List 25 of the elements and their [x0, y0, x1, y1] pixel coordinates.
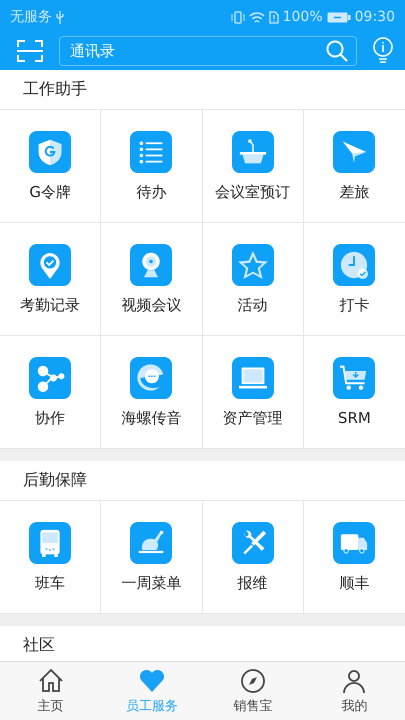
- app-tile[interactable]: 报维: [202, 501, 304, 614]
- clock-time: 09:30: [354, 9, 395, 25]
- app-tile[interactable]: SRM: [304, 336, 405, 449]
- app-tile[interactable]: 班车: [0, 501, 102, 614]
- app-tile[interactable]: 海螺传音: [101, 336, 202, 449]
- app-tile[interactable]: 差旅: [304, 110, 405, 223]
- app-tile[interactable]: 视频会议: [101, 223, 202, 336]
- app-tile[interactable]: 顺丰: [304, 501, 405, 614]
- app-tile[interactable]: 打卡: [304, 223, 405, 336]
- app-tile[interactable]: 活动: [202, 223, 304, 336]
- app-tile[interactable]: 考勤记录: [0, 223, 102, 336]
- section-title: 工作助手: [0, 70, 405, 110]
- app-tile[interactable]: G令牌: [0, 110, 102, 223]
- app-tile[interactable]: 协作: [0, 336, 102, 449]
- tab-item[interactable]: 我的: [304, 662, 405, 720]
- app-tile[interactable]: 一周菜单: [101, 501, 202, 614]
- app-tile[interactable]: 资产管理: [202, 336, 304, 449]
- carrier-text: 无服务: [10, 8, 52, 26]
- app-tile[interactable]: 待办: [101, 110, 202, 223]
- search-field[interactable]: 通讯录: [59, 36, 357, 66]
- app-tile[interactable]: 会议室预订: [202, 110, 304, 223]
- tab-item[interactable]: 销售宝: [202, 662, 304, 720]
- battery-percent: 100%: [282, 9, 323, 25]
- section-title: 后勤保障: [0, 461, 405, 501]
- tab-item[interactable]: 主页: [0, 662, 102, 720]
